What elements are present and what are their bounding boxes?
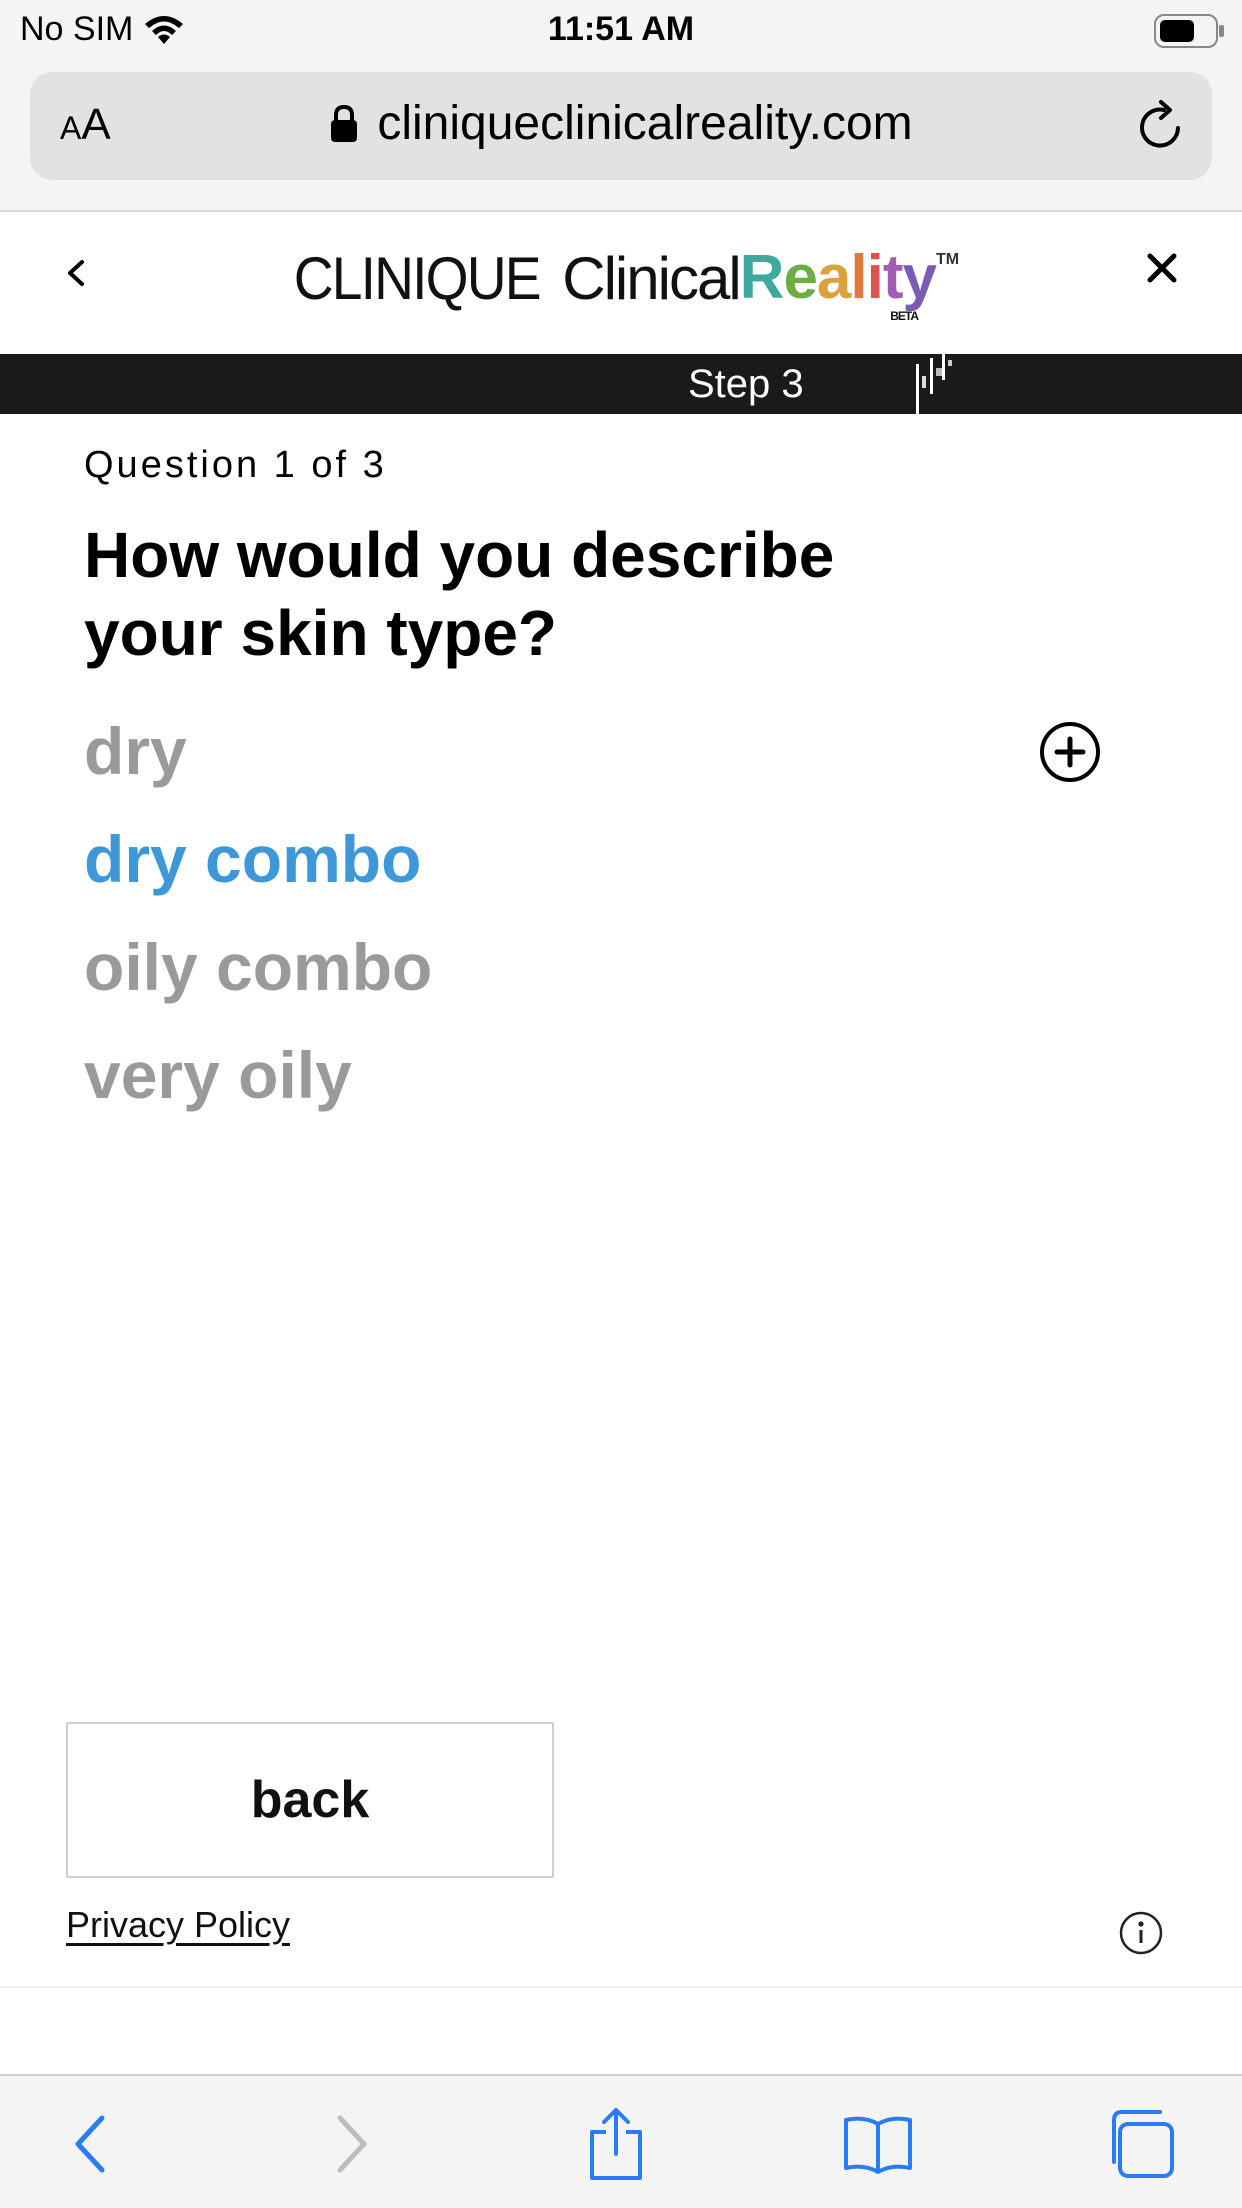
logo-brand: CLINIQUE (293, 245, 542, 312)
question-title: How would you describe your skin type? (84, 519, 835, 669)
browser-share-button[interactable] (576, 2104, 656, 2184)
logo-letter: R (739, 243, 785, 312)
question-counter: Question 1 of 3 (84, 444, 387, 486)
logo-letter: i (866, 243, 884, 312)
progress-marker-icon (916, 354, 952, 414)
reload-icon[interactable] (1134, 98, 1190, 154)
chevron-left-icon (75, 2115, 105, 2173)
clinique-logo: CLINIQUE Clinical Reality BETA TM (0, 242, 1242, 323)
plus-circle-icon[interactable] (1038, 720, 1102, 784)
logo-letter: y (902, 243, 937, 312)
logo-beta: BETA (890, 309, 919, 323)
battery-icon (1154, 14, 1224, 48)
skin-type-options: dry dry combo oily combo very oily (84, 712, 432, 1144)
page-divider (0, 1986, 1242, 1988)
logo-letter: l (850, 243, 867, 312)
status-time: 11:51 AM (547, 10, 695, 48)
logo-trademark: TM (936, 251, 960, 268)
url-display[interactable]: cliniqueclinicalreality.com (30, 96, 1212, 151)
step-label: Step 3 (688, 362, 804, 406)
info-icon[interactable] (1118, 1910, 1164, 1956)
browser-address-area: AA cliniqueclinicalreality.com (0, 62, 1242, 212)
app-header: CLINIQUE Clinical Reality BETA TM (0, 212, 1242, 354)
browser-toolbar (0, 2074, 1242, 2208)
option-dry[interactable]: dry (84, 712, 432, 820)
browser-bookmarks-button[interactable] (838, 2104, 918, 2184)
status-bar: No SIM 11:51 AM (0, 0, 1242, 62)
close-icon[interactable] (1142, 248, 1182, 288)
share-icon (590, 2108, 642, 2180)
option-oily-combo[interactable]: oily combo (84, 928, 432, 1036)
browser-tabs-button[interactable] (1100, 2104, 1180, 2184)
logo-letter: a (816, 243, 851, 312)
back-button[interactable]: back (66, 1722, 554, 1878)
logo-letter: e (783, 243, 817, 312)
option-very-oily[interactable]: very oily (84, 1036, 432, 1144)
browser-back-button[interactable] (50, 2104, 130, 2184)
book-icon (844, 2116, 912, 2174)
address-bar[interactable]: AA cliniqueclinicalreality.com (30, 72, 1212, 180)
browser-forward-button[interactable] (312, 2104, 392, 2184)
step-progress-bar: Step 3 (0, 354, 1242, 414)
logo-letter: t (882, 243, 904, 312)
tabs-icon (1112, 2110, 1174, 2178)
logo-product: Clinical (562, 245, 741, 312)
url-text: cliniqueclinicalreality.com (377, 97, 913, 150)
chevron-right-icon (337, 2115, 367, 2173)
lock-icon (331, 104, 358, 142)
privacy-policy-link[interactable]: Privacy Policy (66, 1904, 290, 1946)
logo-product-highlight: Reality BETA (739, 242, 937, 323)
option-dry-combo[interactable]: dry combo (84, 820, 432, 928)
